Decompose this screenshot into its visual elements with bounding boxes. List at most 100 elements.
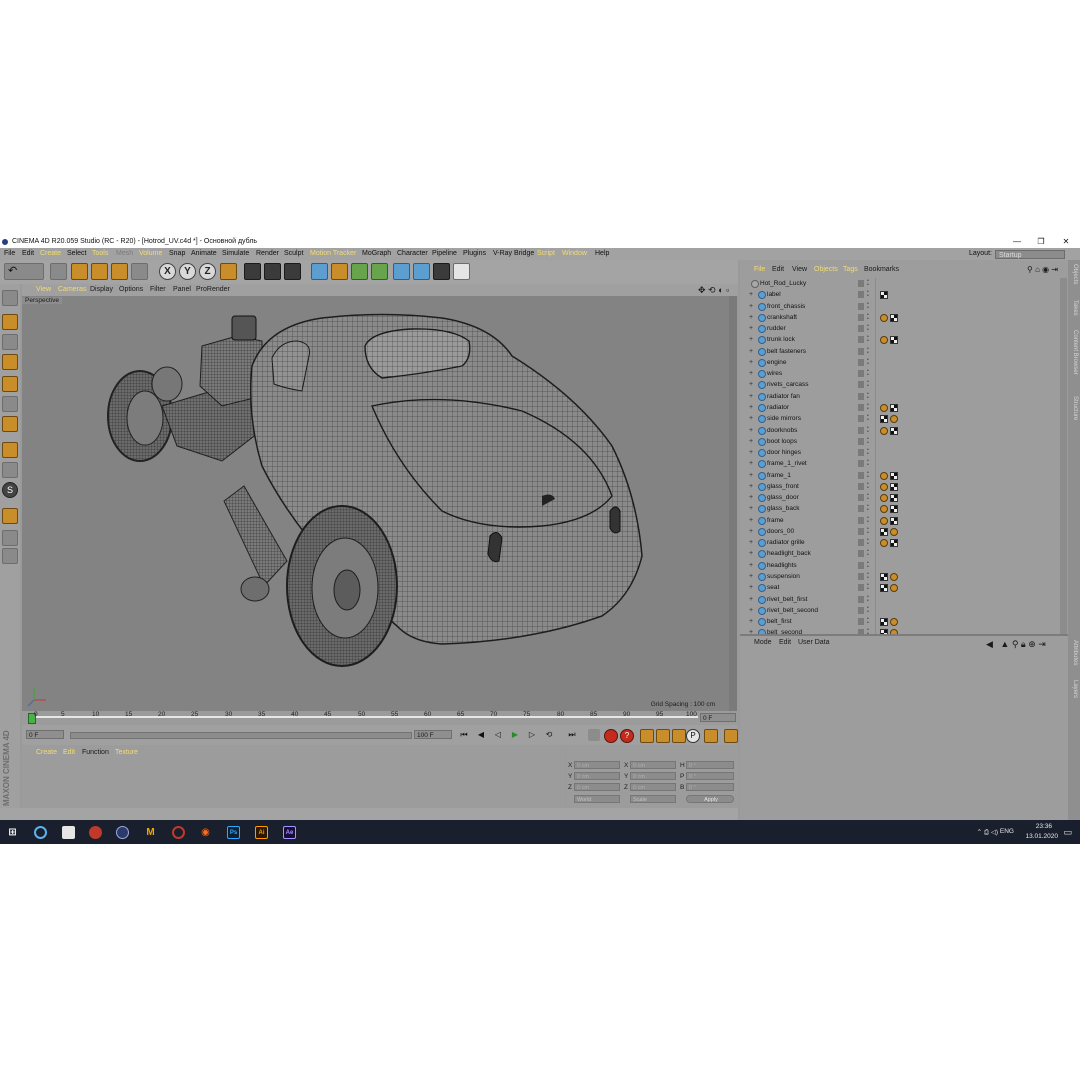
start-frame-field[interactable]: 0 F — [26, 730, 64, 739]
visibility-dots-icon[interactable]: • • — [867, 572, 870, 581]
object-row[interactable]: + frame • • — [740, 515, 1060, 526]
viewport-nav-icons[interactable]: ✥ ⟲ ◐ ▫ — [698, 284, 729, 296]
expand-icon[interactable]: + — [749, 334, 753, 345]
layer-icon[interactable] — [858, 280, 864, 287]
solo-icon[interactable]: S — [2, 482, 18, 498]
visibility-dots-icon[interactable]: • • — [867, 402, 870, 412]
menu-window[interactable]: Window — [562, 248, 587, 260]
record-active-icon[interactable] — [604, 729, 618, 743]
menu-script[interactable]: Script — [537, 248, 555, 260]
layer-icon[interactable] — [858, 392, 864, 400]
visibility-dots-icon[interactable]: • • — [867, 357, 870, 367]
object-row[interactable]: + rivet_belt_first • • — [740, 594, 1060, 605]
preview-range-slider[interactable] — [70, 732, 412, 739]
close-button[interactable]: ✕ — [1054, 236, 1078, 248]
key-parameter-icon[interactable]: P — [686, 729, 700, 743]
visibility-dots-icon[interactable]: • • — [867, 470, 870, 480]
object-row[interactable]: + radiator • • — [740, 402, 1060, 413]
floor-icon[interactable] — [413, 263, 430, 280]
go-to-end-icon[interactable]: ⏭ — [566, 729, 578, 741]
visibility-dots-icon[interactable]: • • — [867, 617, 870, 626]
attr-menu-edit[interactable]: Edit — [779, 639, 791, 646]
om-search-home-icons[interactable]: ⚲ ⌂ ◉ ⇥ — [1027, 264, 1058, 276]
pos-y-field[interactable]: 0 cm — [574, 772, 620, 780]
menu-volume[interactable]: Volume — [139, 248, 162, 260]
om-menu-objects[interactable]: Objects — [814, 264, 838, 276]
workplane-mode-icon[interactable] — [2, 354, 18, 370]
previous-key-icon[interactable]: ◀ — [475, 729, 487, 741]
visibility-dots-icon[interactable]: • • — [867, 301, 870, 311]
material-tag-icon[interactable] — [890, 313, 898, 322]
expand-icon[interactable]: + — [749, 481, 753, 492]
visibility-dots-icon[interactable]: • • — [867, 481, 870, 491]
layer-icon[interactable] — [858, 449, 864, 457]
model-mode-icon[interactable] — [2, 314, 18, 330]
expand-icon[interactable]: + — [749, 436, 753, 447]
next-frame-icon[interactable]: ▷ — [526, 729, 538, 741]
om-menu-view[interactable]: View — [792, 264, 807, 276]
cinema4d-taskbar-icon[interactable] — [116, 826, 129, 839]
layer-icon[interactable] — [858, 313, 864, 321]
layer-icon[interactable] — [858, 595, 864, 603]
layer-icon[interactable] — [858, 516, 864, 524]
mat-menu-edit[interactable]: Edit — [63, 749, 75, 756]
menu-plugins[interactable]: Plugins — [463, 248, 486, 260]
expand-icon[interactable]: + — [749, 515, 753, 526]
uvw-tag-icon[interactable] — [880, 403, 888, 412]
visibility-dots-icon[interactable]: • • — [867, 538, 870, 547]
timeline-ruler[interactable]: 0 5 10 15 20 25 30 35 40 45 50 55 60 65 … — [22, 711, 738, 725]
object-row[interactable]: + label • • — [740, 289, 1060, 300]
render-settings-icon[interactable] — [284, 263, 301, 280]
object-row[interactable]: + headlights • • — [740, 560, 1060, 571]
menu-edit[interactable]: Edit — [22, 248, 34, 260]
polygons-mode-icon[interactable] — [2, 416, 18, 432]
material-tag-icon[interactable] — [890, 494, 898, 503]
object-row[interactable]: + rivet_belt_second • • — [740, 605, 1060, 616]
uvw-tag-icon[interactable] — [880, 505, 888, 514]
opera-icon[interactable] — [172, 826, 185, 839]
marmoset-icon[interactable]: M — [144, 826, 157, 839]
visibility-dots-icon[interactable]: • • — [867, 369, 870, 378]
scale-dropdown[interactable]: Scale — [630, 795, 676, 803]
object-row[interactable]: + belt_first • • — [740, 616, 1060, 627]
layer-icon[interactable] — [858, 505, 864, 513]
object-row[interactable]: + doors_00 • • — [740, 526, 1060, 537]
render-to-picture-viewer-icon[interactable] — [264, 263, 281, 280]
deformer-icon[interactable] — [393, 263, 410, 280]
expand-icon[interactable]: + — [749, 402, 753, 413]
planar-workplane-icon[interactable] — [2, 548, 18, 564]
pos-x-field[interactable]: 0 cm — [574, 761, 620, 769]
object-row[interactable]: + rudder • • — [740, 323, 1060, 334]
current-frame-field[interactable]: 0 F — [700, 713, 736, 722]
autokey-icon[interactable]: ? — [620, 729, 634, 743]
layer-icon[interactable] — [858, 302, 864, 310]
size-z-field[interactable]: 0 cm — [630, 783, 676, 791]
material-tag-icon[interactable] — [890, 336, 898, 345]
menu-pipeline[interactable]: Pipeline — [432, 248, 457, 260]
layer-icon[interactable] — [858, 415, 864, 423]
menu-vray-bridge[interactable]: V-Ray Bridge — [493, 248, 534, 260]
object-row[interactable]: + wires • • — [740, 368, 1060, 379]
expand-icon[interactable]: + — [749, 560, 753, 571]
layout-dropdown[interactable]: Startup — [995, 250, 1065, 259]
cloner-icon[interactable] — [371, 263, 388, 280]
expand-icon[interactable]: + — [749, 312, 753, 323]
go-to-start-icon[interactable]: ⏮ — [458, 729, 470, 741]
layer-icon[interactable] — [858, 291, 864, 299]
key-pla-icon[interactable] — [704, 729, 718, 743]
uvw-tag-icon[interactable] — [880, 336, 888, 345]
menu-motion-tracker[interactable]: Motion Tracker — [310, 248, 356, 260]
vp-menu-prorender[interactable]: ProRender — [196, 284, 230, 296]
zbrush-icon[interactable] — [62, 826, 75, 839]
object-row[interactable]: + belt fasteners • • — [740, 346, 1060, 357]
loop-icon[interactable]: ⟲ — [543, 729, 555, 741]
menu-mograph[interactable]: MoGraph — [362, 248, 391, 260]
motion-path-icon[interactable] — [588, 729, 600, 741]
recent-tools-icon[interactable] — [131, 263, 148, 280]
layer-icon[interactable] — [858, 358, 864, 366]
layer-icon[interactable] — [858, 584, 864, 592]
pen-icon[interactable] — [331, 263, 348, 280]
expand-icon[interactable]: + — [749, 413, 753, 424]
visibility-dots-icon[interactable]: • • — [867, 560, 870, 570]
layer-icon[interactable] — [858, 325, 864, 333]
